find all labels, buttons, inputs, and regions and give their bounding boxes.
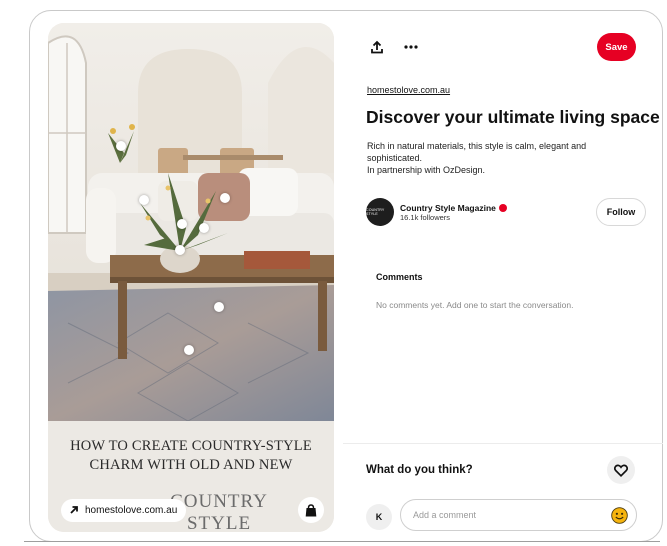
description-line: Rich in natural materials, this style is… (367, 141, 587, 163)
shop-hotspot-dot[interactable] (199, 223, 209, 233)
more-icon (404, 45, 418, 49)
creator-profile[interactable]: COUNTRY STYLE Country Style Magazine 16.… (366, 198, 507, 226)
source-link[interactable]: homestolove.com.au (367, 85, 450, 95)
current-user-avatar[interactable]: K (366, 504, 392, 530)
creator-avatar[interactable]: COUNTRY STYLE (366, 198, 394, 226)
shop-hotspot-dot[interactable] (214, 302, 224, 312)
shopping-bag-button[interactable] (298, 497, 324, 523)
creator-name-label: Country Style Magazine (400, 202, 496, 213)
shop-hotspot-dot[interactable] (220, 193, 230, 203)
pin-source-link[interactable]: homestolove.com.au (61, 499, 187, 522)
shop-hotspot-dot[interactable] (139, 195, 149, 205)
shop-hotspot-dot[interactable] (177, 219, 187, 229)
pin-title: Discover your ultimate living space (366, 107, 660, 127)
pin-description: Rich in natural materials, this style is… (367, 140, 627, 176)
verified-badge-icon (498, 203, 507, 212)
pin-source-link-label: homestolove.com.au (85, 505, 178, 516)
heart-icon (614, 463, 628, 477)
save-button[interactable]: Save (597, 33, 636, 61)
comment-input[interactable] (400, 499, 637, 531)
shop-hotspot-dot[interactable] (175, 245, 185, 255)
smiley-icon[interactable] (611, 507, 628, 524)
description-line: In partnership with OzDesign. (367, 165, 486, 175)
pin-image[interactable]: HOW TO CREATE COUNTRY-STYLE CHARM WITH O… (48, 23, 334, 532)
living-room-photo (48, 23, 334, 421)
comment-prompt: What do you think? (366, 464, 473, 476)
comments-empty-message: No comments yet. Add one to start the co… (376, 300, 574, 310)
page-divider (24, 541, 660, 542)
arrow-up-right-icon (69, 505, 79, 517)
pin-headline: HOW TO CREATE COUNTRY-STYLE CHARM WITH O… (70, 438, 312, 473)
creator-name[interactable]: Country Style Magazine (400, 203, 507, 213)
pin-actions-toolbar (367, 36, 421, 58)
shop-hotspot-dot[interactable] (116, 141, 126, 151)
react-button[interactable] (607, 456, 635, 484)
share-button[interactable] (367, 37, 387, 57)
shop-hotspot-dot[interactable] (184, 345, 194, 355)
follower-count: 16.1k followers (400, 212, 451, 222)
shopping-bag-icon (305, 503, 317, 516)
composer-divider (343, 443, 663, 444)
more-options-button[interactable] (401, 37, 421, 57)
comments-heading: Comments (376, 272, 423, 282)
share-icon (371, 40, 383, 54)
follow-button[interactable]: Follow (596, 198, 646, 226)
